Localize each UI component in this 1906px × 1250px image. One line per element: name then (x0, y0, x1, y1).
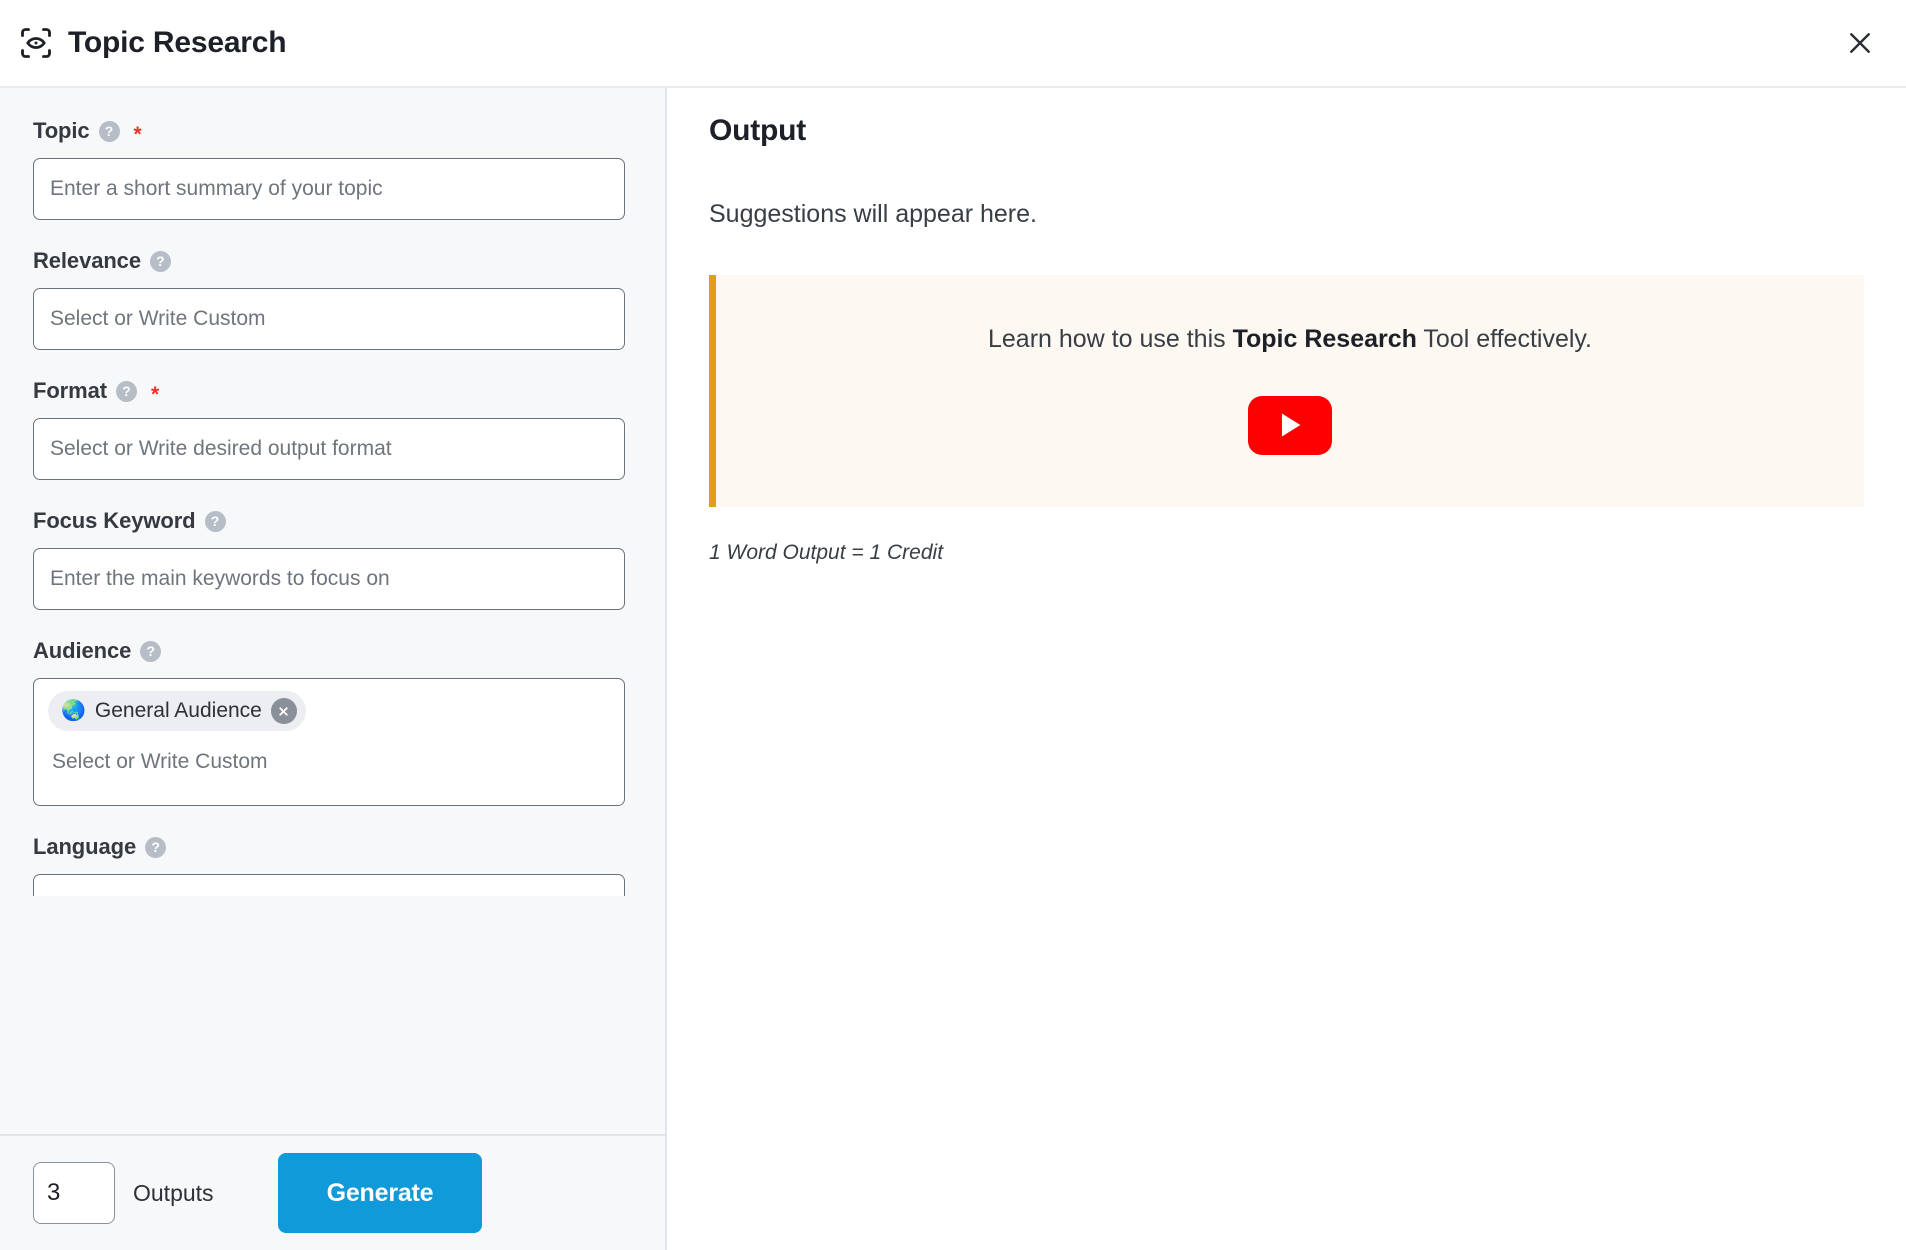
audience-tag-box[interactable]: 🌏 General Audience Select or Write Custo… (33, 678, 625, 806)
scan-eye-icon (18, 25, 54, 61)
callout-text-bold: Topic Research (1232, 325, 1417, 353)
form-scroll-area[interactable]: Topic ? * Relevance ? (0, 88, 665, 1134)
close-button[interactable] (1836, 19, 1884, 67)
tutorial-callout: Learn how to use this Topic Research Too… (709, 275, 1864, 507)
help-icon[interactable]: ? (145, 836, 167, 858)
required-asterisk: * (133, 122, 142, 146)
title-group: Topic Research (18, 25, 287, 61)
youtube-play-icon[interactable] (1248, 395, 1332, 455)
credit-note: 1 Word Output = 1 Credit (709, 540, 944, 564)
field-relevance: Relevance ? (33, 248, 625, 350)
callout-text: Learn how to use this Topic Research Too… (736, 323, 1844, 356)
field-language: Language ? (33, 834, 625, 896)
field-topic: Topic ? * (33, 118, 625, 220)
output-heading: Output (709, 114, 807, 147)
focus-keyword-input[interactable] (33, 548, 625, 610)
audience-input[interactable]: Select or Write Custom (48, 737, 610, 784)
format-input[interactable] (33, 418, 625, 480)
outputs-label: Outputs (133, 1179, 214, 1206)
field-label-text: Focus Keyword (33, 508, 196, 533)
remove-tag-icon[interactable] (270, 698, 297, 724)
field-label-text: Format (33, 378, 107, 403)
field-label-text: Topic (33, 118, 90, 143)
label-relevance: Relevance ? (33, 248, 615, 274)
help-icon[interactable]: ? (98, 120, 120, 142)
label-format: Format ? * (33, 378, 615, 406)
label-audience: Audience ? (33, 638, 615, 664)
callout-text-after: Tool effectively. (1416, 325, 1593, 353)
help-icon[interactable]: ? (140, 640, 162, 662)
field-format: Format ? * (33, 378, 625, 480)
generate-button[interactable]: Generate (278, 1153, 482, 1233)
form-footer: Outputs Generate (0, 1134, 665, 1250)
page-title: Topic Research (68, 26, 287, 59)
topic-research-modal: Topic Research Topic ? * Enter a short s… (0, 0, 1906, 1250)
field-label-text: Language (33, 834, 137, 859)
output-panel: Output Suggestions will appear here. Lea… (667, 88, 1906, 1250)
help-icon[interactable]: ? (149, 250, 171, 272)
callout-text-before: Learn how to use this (987, 325, 1233, 353)
globe-icon: 🌏 (61, 700, 86, 722)
label-language: Language ? (33, 834, 615, 860)
topic-input[interactable] (33, 158, 625, 220)
field-focus-keyword: Focus Keyword ? (33, 508, 625, 610)
help-icon[interactable]: ? (204, 510, 226, 532)
field-label-text: Relevance (33, 248, 141, 273)
field-audience: Audience ? 🌏 General Audience Select or … (33, 638, 625, 806)
modal-body: Topic ? * Relevance ? (0, 88, 1906, 1250)
tag-label: General Audience (94, 699, 262, 722)
relevance-input[interactable] (33, 288, 625, 350)
form-panel: Topic ? * Relevance ? (0, 88, 667, 1250)
language-input[interactable] (33, 874, 625, 896)
label-topic: Topic ? * (33, 118, 615, 146)
field-label-text: Audience (33, 638, 132, 663)
help-icon[interactable]: ? (115, 380, 137, 402)
label-focus-keyword: Focus Keyword ? (33, 508, 615, 534)
outputs-count-stepper[interactable] (33, 1162, 115, 1224)
output-placeholder-text: Suggestions will appear here. (709, 200, 1037, 228)
tag-chip: 🌏 General Audience (48, 691, 306, 731)
required-asterisk: * (150, 382, 160, 406)
modal-titlebar: Topic Research (0, 0, 1906, 88)
